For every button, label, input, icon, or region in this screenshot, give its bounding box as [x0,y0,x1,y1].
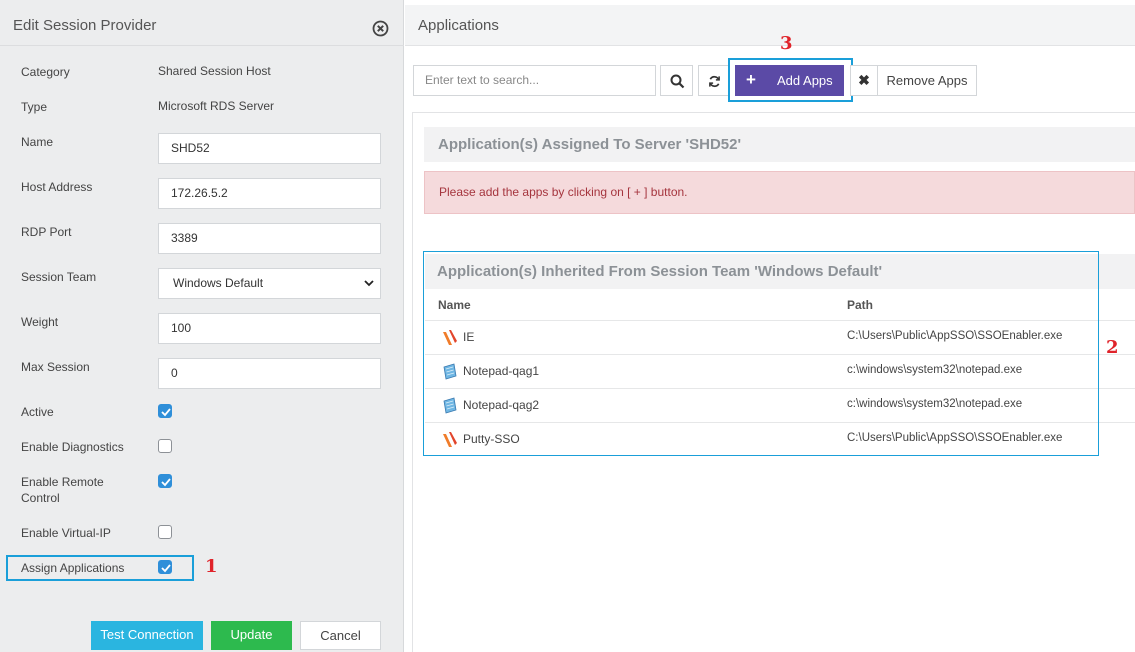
assign-applications-checkbox[interactable] [158,560,172,574]
host-address-label: Host Address [21,180,93,194]
session-team-select[interactable]: Windows Default [158,268,381,299]
max-session-label: Max Session [21,360,90,374]
enable-remote-control-label: Enable Remote Control [21,475,104,505]
assign-applications-label: Assign Applications [21,561,125,575]
enable-virtual-ip-label: Enable Virtual-IP [21,526,111,540]
app-root: Edit Session Provider Category Shared Se… [0,0,1135,652]
check-icon [161,478,171,487]
edit-session-provider-panel: Edit Session Provider Category Shared Se… [0,0,404,652]
session-team-label: Session Team [21,270,97,284]
cancel-button[interactable]: Cancel [300,621,381,650]
assigned-section-header: Application(s) Assigned To Server 'SHD52… [424,127,1135,162]
category-label: Category [21,65,70,79]
rdp-port-label: RDP Port [21,225,72,239]
assigned-empty-alert: Please add the apps by clicking on [ + ]… [424,171,1135,214]
annotation-marker-2: 2 [1106,337,1119,358]
update-button[interactable]: Update [211,621,292,650]
host-address-input[interactable]: 172.26.5.2 [158,178,381,209]
max-session-input[interactable]: 0 [158,358,381,389]
enable-diagnostics-label: Enable Diagnostics [21,440,124,454]
remove-icon[interactable]: ✖ [850,65,877,96]
name-label: Name [21,135,54,149]
name-input[interactable]: SHD52 [158,133,381,164]
search-input[interactable]: Enter text to search... [413,65,656,96]
test-connection-button[interactable]: Test Connection [91,621,203,650]
type-label: Type [21,100,48,114]
enable-virtual-ip-checkbox[interactable] [158,525,172,539]
add-apps-button[interactable]: + Add Apps [735,65,844,96]
inherited-apps-highlight [423,251,1099,456]
type-value: Microsoft RDS Server [158,99,275,113]
active-label: Active [21,405,54,419]
check-icon [161,564,171,573]
weight-label: Weight [21,315,59,329]
left-panel-header: Edit Session Provider [0,5,404,46]
session-team-value: Windows Default [173,276,264,290]
close-icon[interactable] [372,20,389,37]
assigned-section-title: Application(s) Assigned To Server 'SHD52… [438,136,742,153]
add-apps-label: Add Apps [777,73,833,88]
category-value: Shared Session Host [158,64,271,78]
search-icon [670,74,685,89]
refresh-icon [709,75,720,88]
panel-title: Edit Session Provider [13,17,157,34]
remove-apps-button[interactable]: Remove Apps [877,65,977,96]
applications-header: Applications [405,5,1135,46]
plus-icon: + [746,70,756,89]
enable-diagnostics-checkbox[interactable] [158,439,172,453]
annotation-marker-1: 1 [205,556,218,577]
weight-input[interactable]: 100 [158,313,381,344]
chevron-down-icon [364,280,374,287]
refresh-button[interactable] [698,65,729,96]
rdp-port-input[interactable]: 3389 [158,223,381,254]
annotation-marker-3: 3 [780,33,793,54]
search-button[interactable] [660,65,693,96]
enable-remote-control-checkbox[interactable] [158,474,172,488]
active-checkbox[interactable] [158,404,172,418]
check-icon [161,408,171,417]
applications-title: Applications [418,17,499,34]
